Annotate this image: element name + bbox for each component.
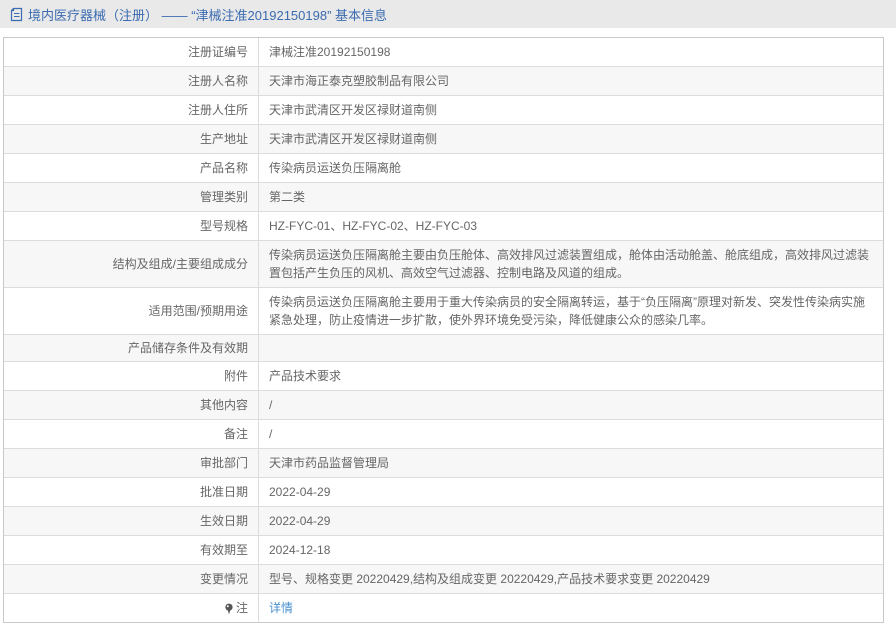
row-label: 备注 xyxy=(4,420,259,448)
page-title: 境内医疗器械（注册） —— “津械注准20192150198” 基本信息 xyxy=(28,7,388,23)
row-value: 2022-04-29 xyxy=(269,514,331,528)
table-row: 产品储存条件及有效期 xyxy=(4,334,883,361)
table-row: 产品名称 传染病员运送负压隔离舱 xyxy=(4,153,883,182)
table-row: 注册人名称 天津市海正泰克塑胶制品有限公司 xyxy=(4,66,883,95)
table-row: 结构及组成/主要组成成分 传染病员运送负压隔离舱主要由负压舱体、高效排风过滤装置… xyxy=(4,240,883,287)
row-label: 结构及组成/主要组成成分 xyxy=(4,241,259,287)
row-label: 产品储存条件及有效期 xyxy=(4,335,259,361)
row-value: 详情 xyxy=(259,594,883,622)
row-value: / xyxy=(269,398,273,412)
table-row: 生产地址 天津市武清区开发区禄财道南侧 xyxy=(4,124,883,153)
row-label: 产品名称 xyxy=(4,154,259,182)
table-row: 型号规格 HZ-FYC-01、HZ-FYC-02、HZ-FYC-03 xyxy=(4,211,883,240)
row-label: 注册证编号 xyxy=(4,38,259,66)
row-label: 生效日期 xyxy=(4,507,259,535)
row-label: 附件 xyxy=(4,362,259,390)
row-value: 型号、规格变更 20220429,结构及组成变更 20220429,产品技术要求… xyxy=(269,572,710,586)
row-value: 天津市武清区开发区禄财道南侧 xyxy=(269,103,438,117)
table-row: 适用范围/预期用途 传染病员运送负压隔离舱主要用于重大传染病员的安全隔离转运，基… xyxy=(4,287,883,334)
row-value: 产品技术要求 xyxy=(269,369,342,383)
row-label-text: 注 xyxy=(235,601,248,615)
row-value: / xyxy=(269,427,273,441)
row-label: 其他内容 xyxy=(4,391,259,419)
row-value: 2024-12-18 xyxy=(269,543,331,557)
row-value: 传染病员运送负压隔离舱主要由负压舱体、高效排风过滤装置组成，舱体由活动舱盖、舱底… xyxy=(269,248,870,280)
details-link[interactable]: 详情 xyxy=(269,599,293,617)
table-row: 批准日期 2022-04-29 xyxy=(4,477,883,506)
row-label-note: 注 xyxy=(4,594,259,622)
table-row: 管理类别 第二类 xyxy=(4,182,883,211)
row-value: 传染病员运送负压隔离舱 xyxy=(269,161,402,175)
table-row: 注册证编号 津械注准20192150198 xyxy=(4,38,883,66)
row-value: 2022-04-29 xyxy=(269,485,331,499)
row-label: 型号规格 xyxy=(4,212,259,240)
table-row: 有效期至 2024-12-18 xyxy=(4,535,883,564)
pin-icon xyxy=(224,603,234,616)
table-row: 附件 产品技术要求 xyxy=(4,361,883,390)
table-row: 生效日期 2022-04-29 xyxy=(4,506,883,535)
table-row: 变更情况 型号、规格变更 20220429,结构及组成变更 20220429,产… xyxy=(4,564,883,593)
row-label: 注册人住所 xyxy=(4,96,259,124)
row-label: 注册人名称 xyxy=(4,67,259,95)
row-label: 审批部门 xyxy=(4,449,259,477)
row-value: 津械注准20192150198 xyxy=(269,45,391,59)
table-row: 其他内容 / xyxy=(4,390,883,419)
page-header: 境内医疗器械（注册） —— “津械注准20192150198” 基本信息 xyxy=(0,0,896,28)
row-value: HZ-FYC-01、HZ-FYC-02、HZ-FYC-03 xyxy=(269,219,478,233)
row-value: 天津市药品监督管理局 xyxy=(269,456,390,470)
row-label: 批准日期 xyxy=(4,478,259,506)
table-row: 审批部门 天津市药品监督管理局 xyxy=(4,448,883,477)
row-label: 管理类别 xyxy=(4,183,259,211)
document-icon xyxy=(10,7,23,22)
row-value: 第二类 xyxy=(269,190,306,204)
row-value xyxy=(259,335,883,361)
row-label: 生产地址 xyxy=(4,125,259,153)
table-row: 注册人住所 天津市武清区开发区禄财道南侧 xyxy=(4,95,883,124)
row-label: 变更情况 xyxy=(4,565,259,593)
registration-info-table: 注册证编号 津械注准20192150198 注册人名称 天津市海正泰克塑胶制品有… xyxy=(3,37,884,623)
row-value: 天津市武清区开发区禄财道南侧 xyxy=(269,132,438,146)
table-row: 备注 / xyxy=(4,419,883,448)
table-row-note: 注 详情 xyxy=(4,593,883,622)
row-label: 有效期至 xyxy=(4,536,259,564)
row-value: 传染病员运送负压隔离舱主要用于重大传染病员的安全隔离转运，基于“负压隔离”原理对… xyxy=(269,295,865,327)
row-label: 适用范围/预期用途 xyxy=(4,288,259,334)
row-value: 天津市海正泰克塑胶制品有限公司 xyxy=(269,74,450,88)
